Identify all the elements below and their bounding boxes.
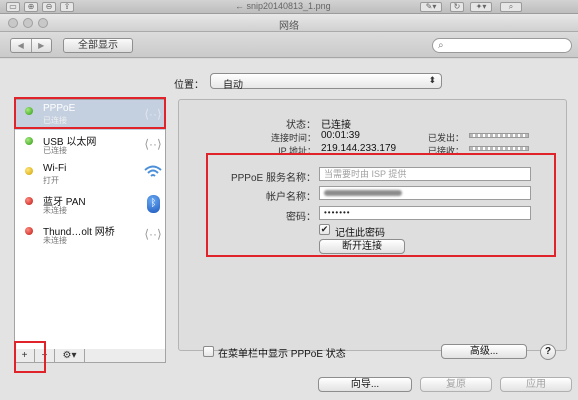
search-tool-icon[interactable]: ⌕ <box>500 2 522 12</box>
ip-address-label: IP 地址： <box>278 146 316 156</box>
remember-password-checkbox[interactable]: ✔ <box>319 224 330 235</box>
status-dot-green <box>25 107 33 115</box>
apply-button[interactable]: 应用 <box>500 377 572 392</box>
pen-icon[interactable]: ✎▾ <box>420 2 442 12</box>
status-label: 状态： <box>286 120 316 131</box>
revert-button[interactable]: 复原 <box>420 377 492 392</box>
pppoe-service-input[interactable]: 当需要时由 ISP 提供 <box>319 167 531 181</box>
sent-meter <box>469 133 529 138</box>
ip-address-value: 219.144.233.179 <box>321 143 397 154</box>
app-title: ← snip20140813_1.png <box>235 1 331 11</box>
double-arrow-icon: ⟨··⟩ <box>144 227 162 241</box>
service-list-toolbar: + − ⚙▾ <box>14 349 166 363</box>
wifi-icon <box>143 165 163 183</box>
remember-password-label: 记住此密码 <box>335 228 385 239</box>
search-input[interactable] <box>451 40 566 51</box>
password-label: 密码： <box>286 212 316 223</box>
rotate-icon[interactable]: ↻ <box>450 2 464 12</box>
location-label: 位置： <box>174 80 204 91</box>
sent-label: 已发出： <box>427 133 464 143</box>
status-dot-red <box>25 227 33 235</box>
show-in-menubar-checkbox[interactable] <box>203 346 214 357</box>
window-titlebar: 网络 <box>0 14 578 32</box>
service-name: PPPoE <box>43 103 76 114</box>
gear-menu-button[interactable]: ⚙▾ <box>55 349 85 362</box>
connect-time-label: 连接时间： <box>270 133 316 143</box>
received-label: 已接收： <box>427 146 464 156</box>
location-select[interactable]: 自动 ⬍ <box>210 73 442 91</box>
remove-service-button[interactable]: − <box>35 349 55 362</box>
window-toolbar: ◀ ▶ 全部显示 ⌕ <box>0 32 578 58</box>
show-in-menubar-label: 在菜单栏中显示 PPPoE 状态 <box>218 349 346 360</box>
pppoe-service-label: PPPoE 服务名称： <box>230 173 316 184</box>
service-status: 未连接 <box>43 206 67 215</box>
service-status: 未连接 <box>43 236 67 245</box>
show-all-button[interactable]: 全部显示 <box>63 38 133 53</box>
status-dot-green <box>25 137 33 145</box>
status-dot-red <box>25 197 33 205</box>
service-status: 已连接 <box>43 116 67 125</box>
add-service-button[interactable]: + <box>15 349 35 362</box>
redacted-account <box>324 190 402 196</box>
sidebar-toggle-icon[interactable]: ▭ <box>6 2 20 12</box>
service-detail-panel: 状态： 已连接 连接时间： 00:01:39 IP 地址： 219.144.23… <box>178 99 567 351</box>
back-button[interactable]: ◀ <box>11 39 31 52</box>
account-name-label: 帐户名称： <box>266 192 316 203</box>
account-name-input[interactable] <box>319 186 531 200</box>
double-arrow-icon: ⟨··⟩ <box>144 107 162 121</box>
search-icon: ⌕ <box>438 40 444 51</box>
service-item-wifi[interactable]: Wi-Fi 打开 <box>15 160 165 190</box>
service-name: Wi-Fi <box>43 163 67 174</box>
bluetooth-icon: ᛒ <box>147 195 160 213</box>
nav-back-forward: ◀ ▶ <box>10 38 52 53</box>
disconnect-button[interactable]: 断开连接 <box>319 239 405 254</box>
location-value: 自动 <box>223 80 243 91</box>
app-topbar: ▭ ⊕ ⊖ ⇪ ← snip20140813_1.png ✎▾ ↻ ✦▾ ⌕ <box>0 0 578 14</box>
zoom-out-icon[interactable]: ⊖ <box>42 2 56 12</box>
window-title: 网络 <box>279 21 299 32</box>
status-dot-yellow <box>25 167 33 175</box>
service-list: PPPoE 已连接 ⟨··⟩ USB 以太网 已连接 ⟨··⟩ Wi-Fi 打开 <box>14 99 166 351</box>
zoom-icon[interactable]: ⊕ <box>24 2 38 12</box>
assist-me-button[interactable]: 向导... <box>318 377 412 392</box>
password-input[interactable]: ••••••• <box>319 206 531 220</box>
updown-arrow-icon: ⬍ <box>428 75 436 85</box>
service-status: 已连接 <box>43 146 67 155</box>
received-meter <box>469 146 529 151</box>
service-item-bluetooth-pan[interactable]: 蓝牙 PAN 未连接 ᛒ <box>15 190 165 220</box>
share-icon[interactable]: ⇪ <box>60 2 74 12</box>
double-arrow-icon: ⟨··⟩ <box>144 137 162 151</box>
help-button[interactable]: ? <box>540 344 556 360</box>
service-item-thunderbolt-bridge[interactable]: Thund…olt 网桥 未连接 ⟨··⟩ <box>15 220 165 250</box>
search-field: ⌕ <box>432 38 572 53</box>
markup-icon[interactable]: ✦▾ <box>470 2 492 12</box>
service-item-pppoe[interactable]: PPPoE 已连接 ⟨··⟩ <box>15 100 165 130</box>
service-status: 打开 <box>43 176 59 185</box>
status-value: 已连接 <box>321 120 351 131</box>
connect-time-value: 00:01:39 <box>321 130 360 141</box>
advanced-button[interactable]: 高级... <box>441 344 527 359</box>
network-pane: 位置： 自动 ⬍ PPPoE 已连接 ⟨··⟩ USB 以太网 已连接 ⟨··⟩… <box>0 59 578 400</box>
forward-button[interactable]: ▶ <box>30 39 52 52</box>
service-item-usb-ethernet[interactable]: USB 以太网 已连接 ⟨··⟩ <box>15 130 165 160</box>
